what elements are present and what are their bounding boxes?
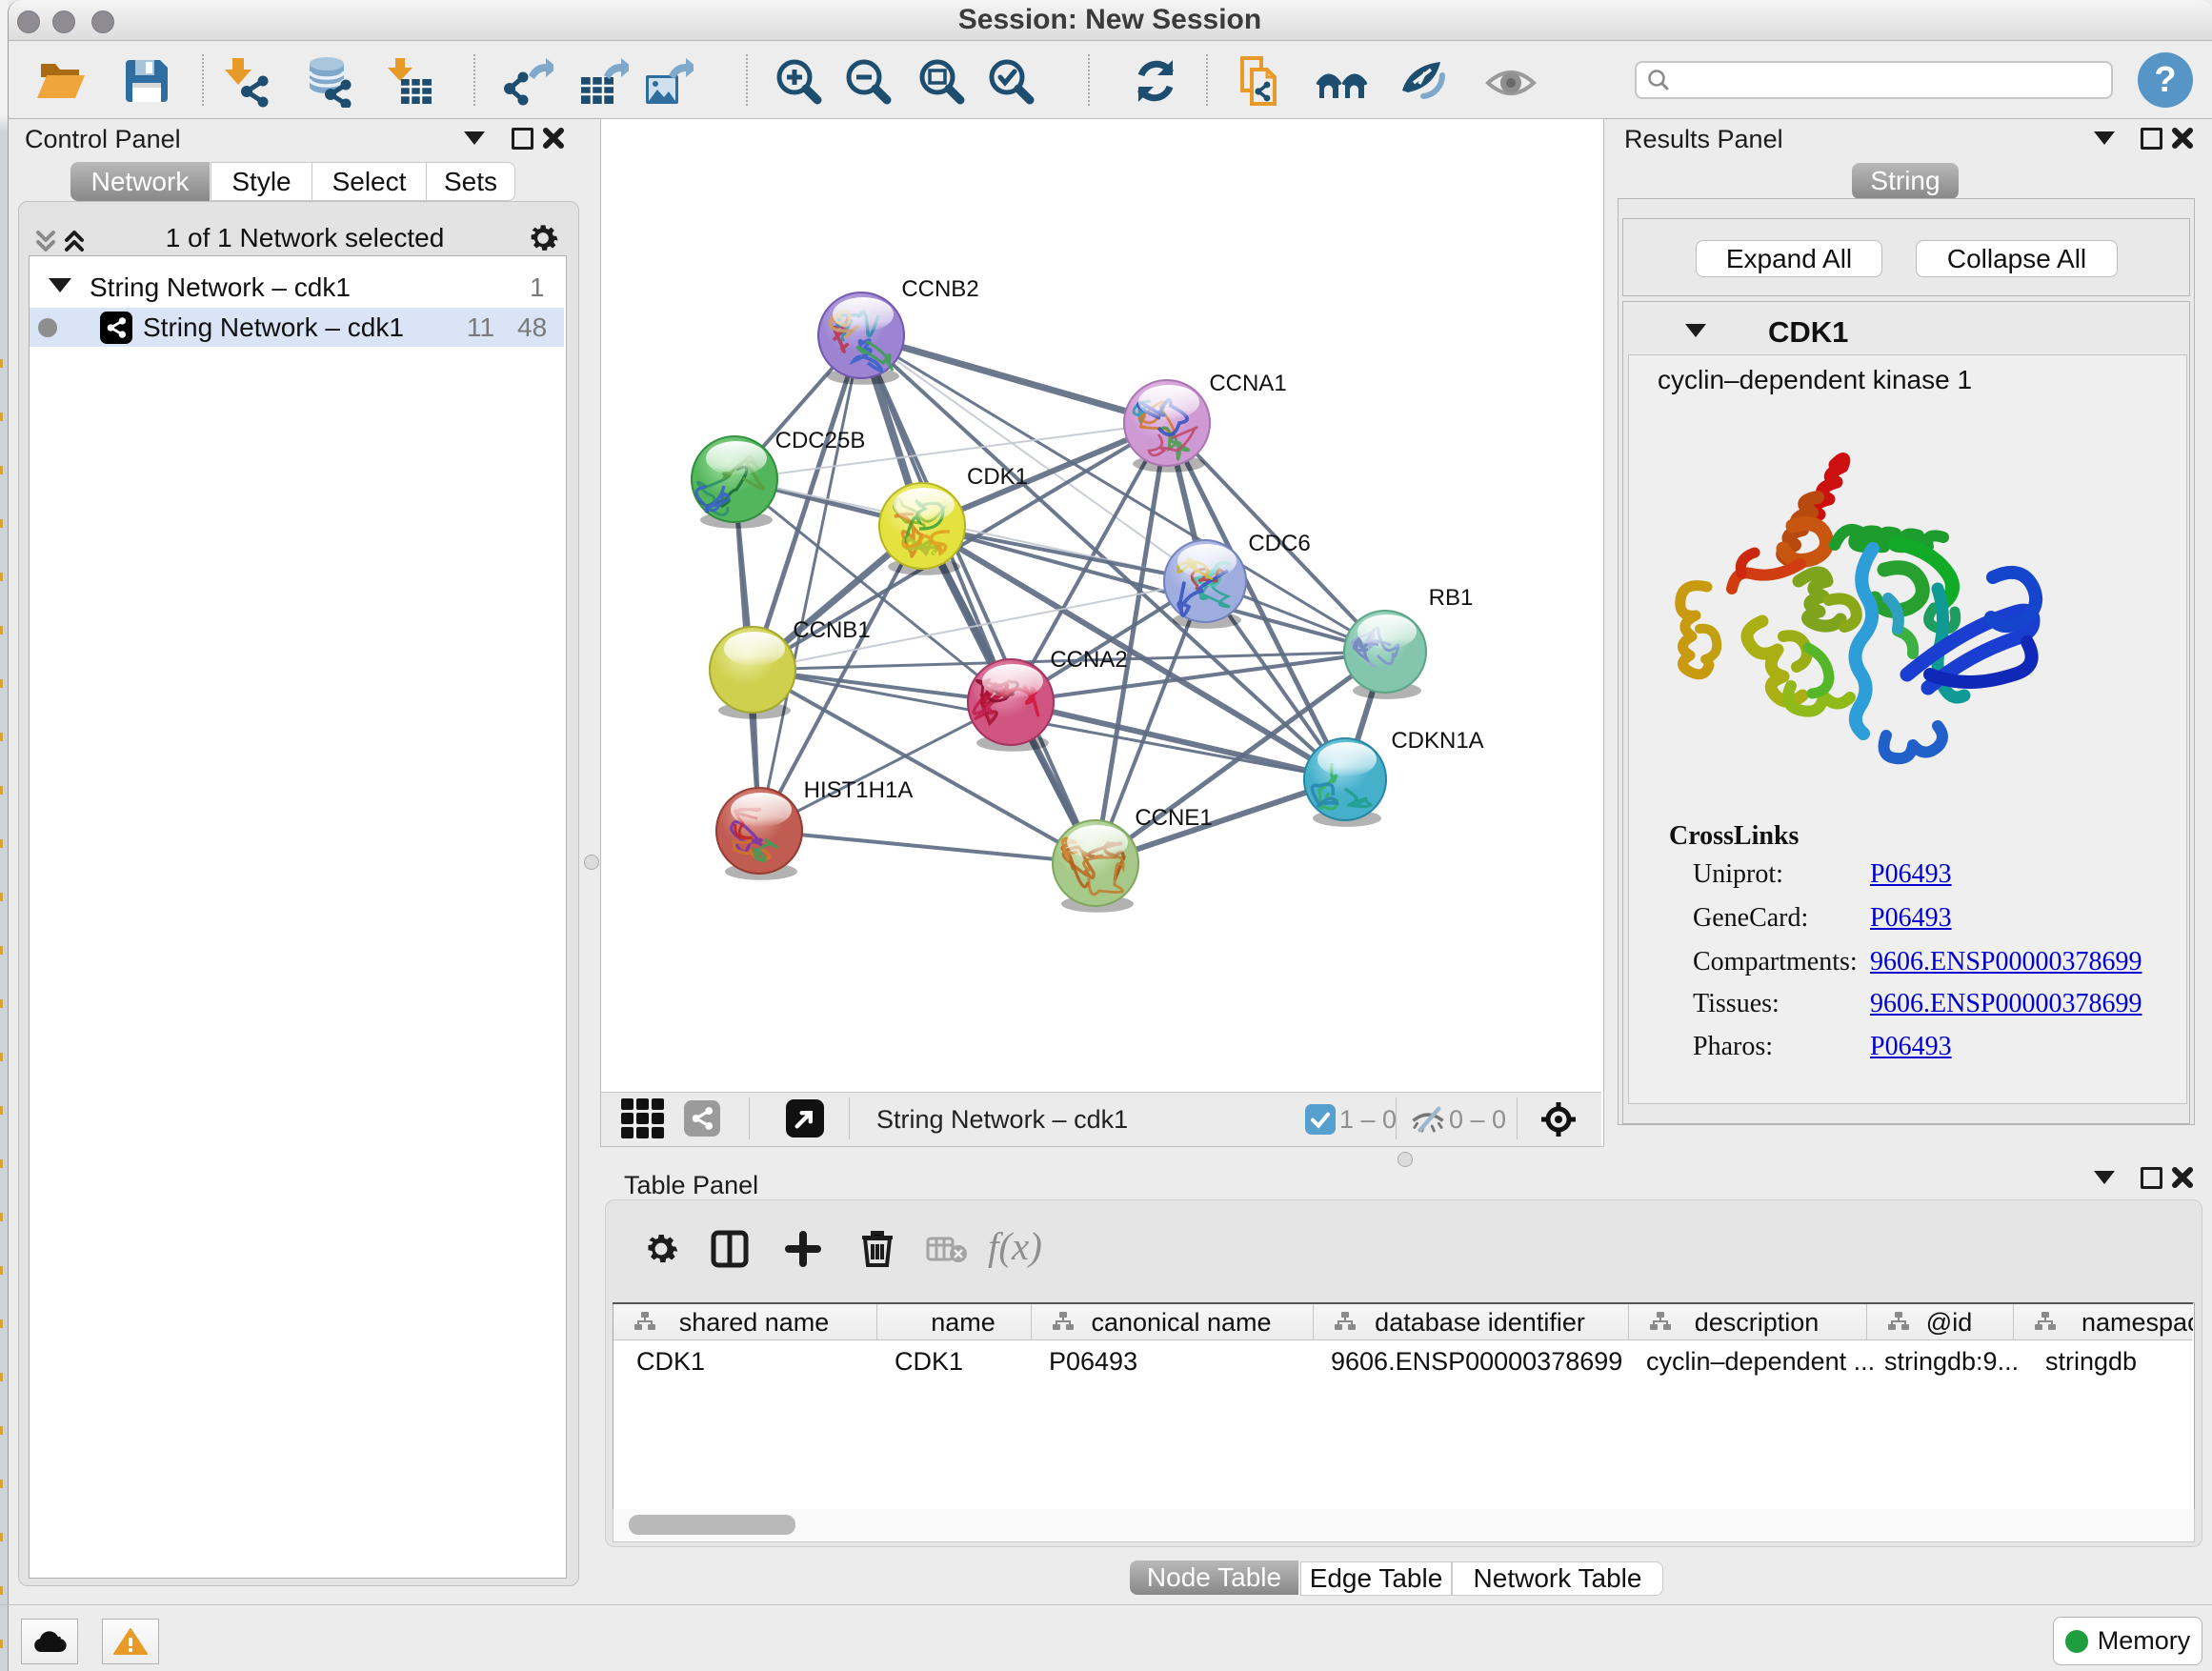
svg-text:CCNA2: CCNA2 [1050,647,1127,673]
svg-text:RB1: RB1 [1429,585,1474,611]
svg-text:CCNB2: CCNB2 [901,276,978,302]
svg-text:CDKN1A: CDKN1A [1391,728,1483,754]
svg-text:CCNB1: CCNB1 [793,617,870,643]
svg-text:CDK1: CDK1 [967,464,1028,490]
svg-text:CCNE1: CCNE1 [1135,805,1212,831]
svg-text:HIST1H1A: HIST1H1A [804,777,914,803]
svg-text:CCNA1: CCNA1 [1209,371,1286,396]
svg-text:CDC6: CDC6 [1248,531,1310,556]
svg-text:CDC25B: CDC25B [775,428,866,453]
